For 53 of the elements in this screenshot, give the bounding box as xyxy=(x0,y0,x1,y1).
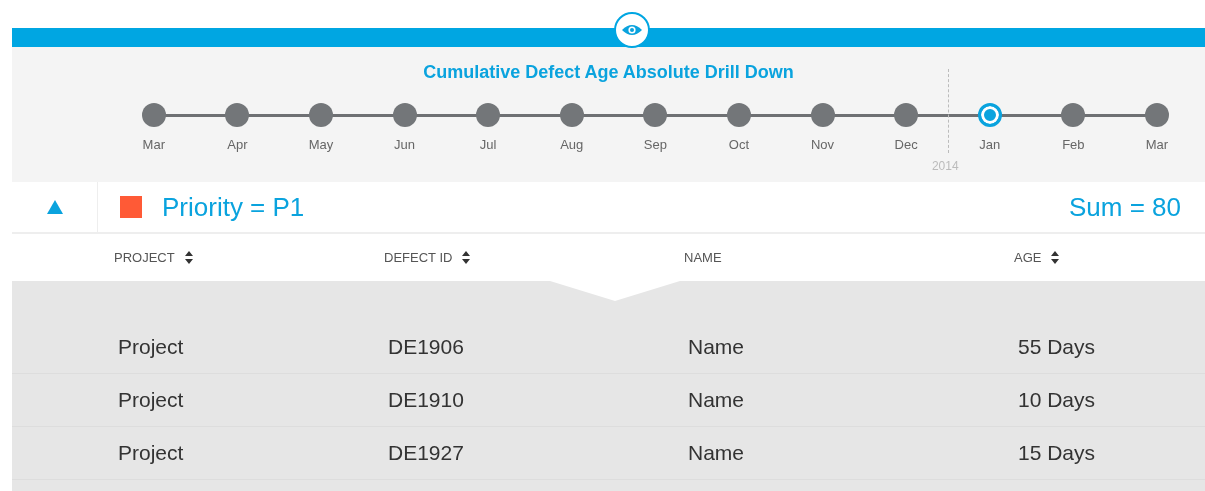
timeline-node[interactable] xyxy=(810,103,835,127)
table-cell-text: Project xyxy=(118,441,185,465)
timeline-node[interactable] xyxy=(1061,103,1086,127)
timeline-node[interactable] xyxy=(225,103,250,127)
column-header[interactable]: DEFECT ID xyxy=(384,250,471,265)
timeline-node[interactable] xyxy=(977,103,1002,127)
timeline-node[interactable] xyxy=(309,103,333,127)
month-label: Apr xyxy=(227,137,248,152)
month-label: Sep xyxy=(643,137,667,152)
timeline-node[interactable] xyxy=(476,103,501,127)
table-cell-text: 10 Days xyxy=(1018,388,1097,412)
table-cell-text: 15 Days xyxy=(1018,441,1097,465)
month-label: Jun xyxy=(394,137,416,152)
eye-button[interactable] xyxy=(614,12,650,48)
month-label: Mar xyxy=(142,137,165,152)
column-header[interactable]: AGE xyxy=(1014,250,1060,265)
group-label: Priority = P1 xyxy=(162,191,305,223)
triangle-up-icon xyxy=(45,199,64,215)
table-cell-text: Name xyxy=(688,388,746,412)
timeline-node[interactable] xyxy=(726,103,751,127)
timeline-node[interactable] xyxy=(392,103,417,127)
sort-icon xyxy=(462,251,471,264)
table-cell-text: 55 Days xyxy=(1018,335,1097,359)
sum-label: Sum = 80 xyxy=(1069,191,1181,223)
table-cell-text: DE1927 xyxy=(388,441,465,465)
collapse-button[interactable] xyxy=(45,199,64,215)
timeline-node[interactable] xyxy=(141,103,166,127)
timeline-node[interactable] xyxy=(1144,103,1169,127)
table-cell-text: DE1910 xyxy=(388,388,465,412)
sort-icon xyxy=(184,251,193,264)
month-label: Nov xyxy=(811,137,835,152)
month-label: Mar xyxy=(1145,137,1169,152)
month-label: Aug xyxy=(560,137,584,152)
timeline-node[interactable] xyxy=(643,103,668,127)
timeline-node[interactable] xyxy=(894,103,919,127)
month-label: Jul xyxy=(479,137,497,152)
sort-icon xyxy=(1051,251,1060,264)
table-cell-text: Project xyxy=(118,388,185,412)
month-label: Oct xyxy=(728,137,750,152)
month-label: Feb xyxy=(1062,137,1085,152)
year-label: 2014 xyxy=(931,159,959,173)
table-cell-text: Project xyxy=(118,335,185,359)
month-label: May xyxy=(308,137,334,152)
chart-title: Cumulative Defect Age Absolute Drill Down xyxy=(422,62,795,83)
table-cell-text: Name xyxy=(688,335,746,359)
month-label: Dec xyxy=(894,137,918,152)
month-label: Jan xyxy=(979,137,1001,152)
column-header[interactable]: NAME xyxy=(684,250,722,265)
table-cell-text: DE1906 xyxy=(388,335,465,359)
eye-icon xyxy=(621,23,643,37)
timeline-node[interactable] xyxy=(559,103,584,127)
column-header[interactable]: PROJECT xyxy=(114,250,193,265)
table-cell-text: Name xyxy=(688,441,746,465)
